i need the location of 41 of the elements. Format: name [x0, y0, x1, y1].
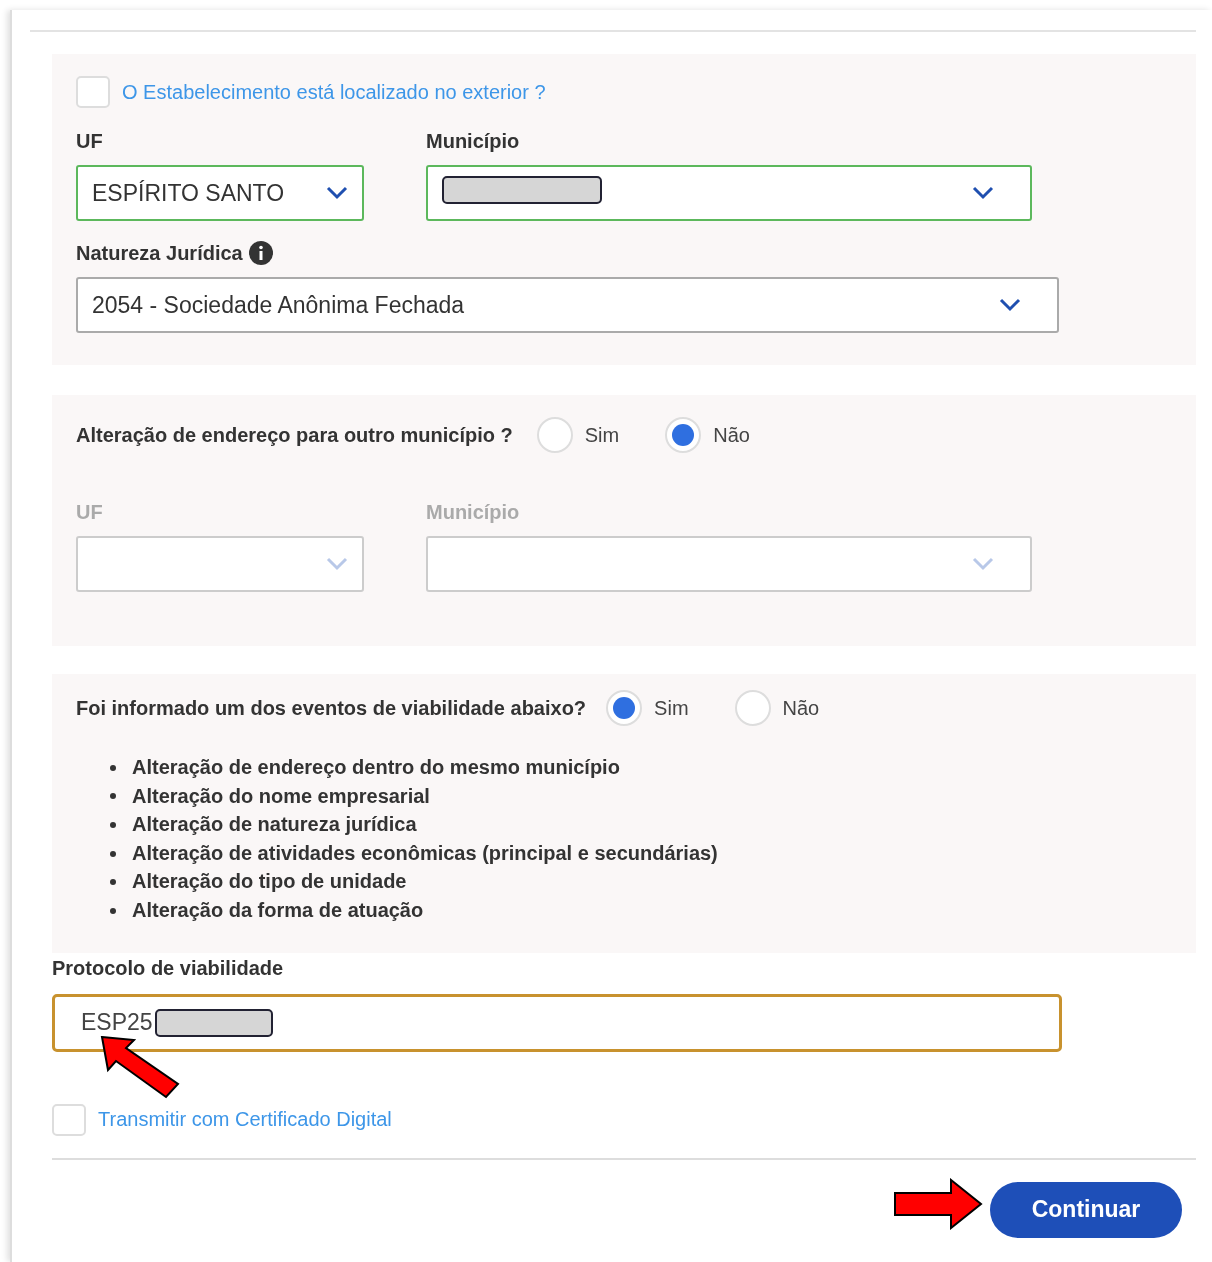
radio-button[interactable]	[665, 417, 702, 453]
field-label: UF	[76, 130, 104, 153]
list-item: Alteração do tipo de unidade	[132, 869, 407, 895]
list-item: Alteração de natureza jurídica	[132, 812, 417, 838]
question-text: Foi informado um dos eventos de viabilidade abaixo?	[76, 696, 587, 720]
list-item: Alteração da forma de atuação	[132, 897, 424, 923]
field-label: Município	[426, 501, 521, 524]
radio-button[interactable]	[734, 690, 771, 726]
info-icon[interactable]	[248, 241, 273, 265]
radio-label: Sim	[584, 423, 620, 447]
field-label: Natureza Jurídica	[76, 241, 243, 265]
uf-select[interactable]: ESPÍRITO SANTO	[76, 165, 364, 221]
list-item: Alteração de endereço dentro do mesmo município	[132, 755, 620, 780]
checkbox[interactable]	[76, 76, 110, 108]
field-label: UF	[76, 501, 104, 524]
question-text: Alteração de endereço para outro município ?	[76, 423, 513, 447]
radio-button[interactable]	[536, 417, 573, 453]
continue-button[interactable]: Continuar	[990, 1181, 1182, 1238]
bullet-icon	[110, 822, 116, 828]
chevron-down-icon	[326, 557, 348, 571]
checkbox[interactable]	[52, 1103, 86, 1136]
chevron-down-icon	[972, 557, 994, 571]
natureza-juridica-select[interactable]: 2054 - Sociedade Anônima Fechada	[76, 277, 1059, 333]
chevron-down-icon	[326, 186, 348, 200]
chevron-down-icon	[972, 186, 994, 200]
chevron-down-icon	[999, 298, 1021, 312]
field-label: Município	[426, 130, 521, 153]
field-label: Protocolo de viabilidade	[52, 956, 285, 980]
radio-button[interactable]	[606, 690, 643, 726]
bullet-icon	[110, 879, 116, 886]
bullet-icon	[110, 793, 116, 800]
municipio-select[interactable]	[426, 165, 1032, 221]
bullet-icon	[110, 907, 116, 914]
protocolo-input[interactable]: ESP25	[52, 993, 1062, 1052]
radio-label: Não	[782, 696, 820, 720]
bullet-icon	[110, 850, 116, 857]
radio-label: Não	[713, 423, 750, 447]
list-item: Alteração do nome empresarial	[132, 783, 430, 809]
bullet-icon	[110, 764, 116, 771]
radio-label: Sim	[654, 696, 689, 720]
list-item: Alteração de atividades econômicas (principal e secundárias)	[132, 840, 718, 866]
